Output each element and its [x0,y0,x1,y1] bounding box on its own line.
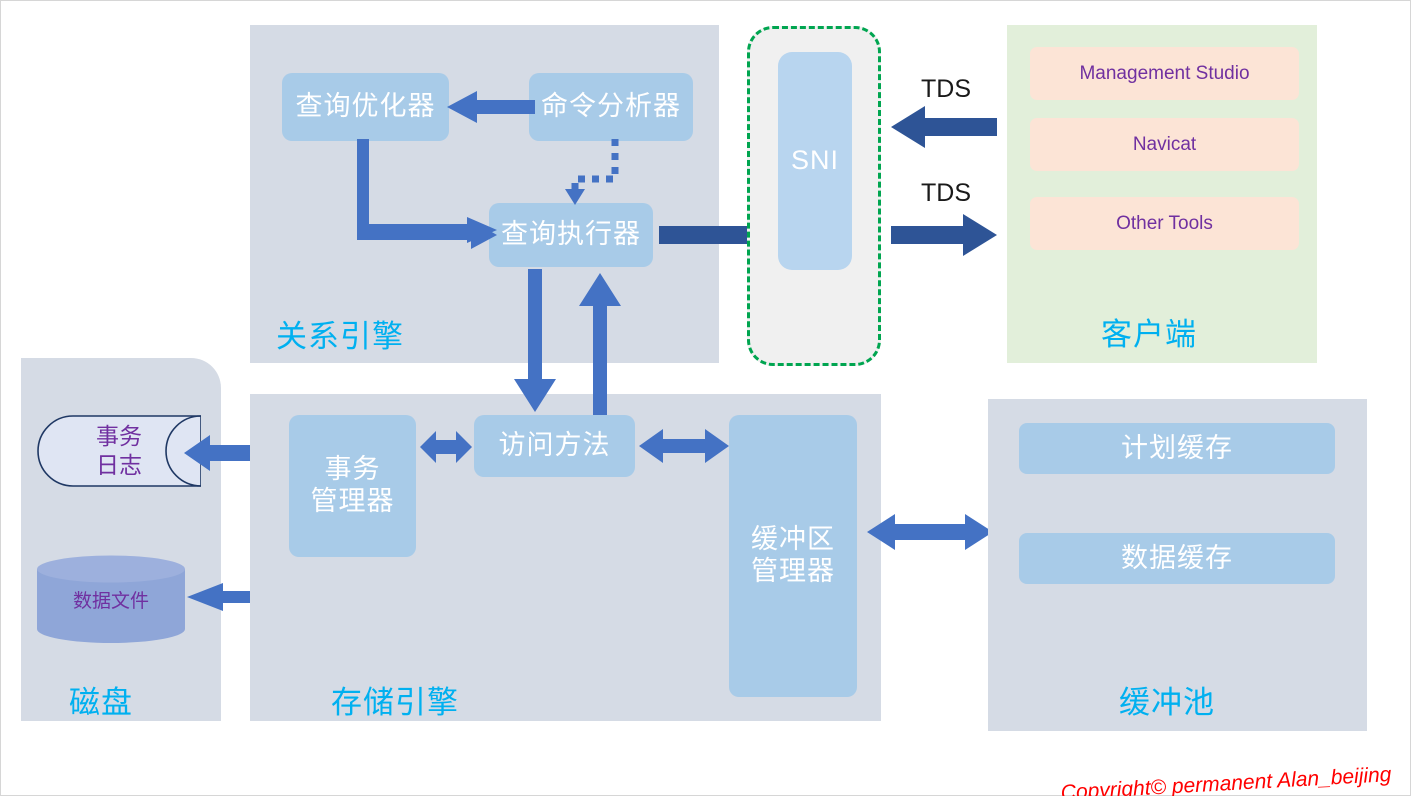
node-buffer-manager[interactable]: 缓冲区 管理器 [729,415,857,697]
client-item-label: Management Studio [1079,62,1250,84]
arrow-client-to-sni [891,106,997,148]
arrow-access-methods-to-executor [579,273,621,415]
node-label: 计划缓存 [1121,432,1233,463]
node-label: 查询优化器 [295,91,436,122]
storage-engine-label: 存储引擎 [331,685,459,720]
node-transaction-log[interactable]: 事务 日志 [37,415,201,487]
client-item-label: Navicat [1132,133,1197,155]
node-data-cache[interactable]: 数据缓存 [1019,533,1335,584]
node-sni[interactable]: SNI [778,52,852,270]
node-label: 命令分析器 [541,91,681,122]
arrow-optimizer-to-executor [355,139,497,249]
node-label: 查询执行器 [501,219,641,250]
node-query-executor[interactable]: 查询执行器 [489,203,653,267]
client-item-label: Other Tools [1116,212,1213,234]
copyright-notice: Copyright© permanent Alan_beijing [1060,763,1392,796]
node-label: SNI [790,145,839,176]
client-label: 客户端 [1101,317,1197,352]
node-plan-cache[interactable]: 计划缓存 [1019,423,1335,474]
node-label: 缓冲区 管理器 [751,524,835,586]
arrow-sni-to-client [891,214,997,256]
node-command-parser[interactable]: 命令分析器 [529,73,693,141]
node-access-methods[interactable]: 访问方法 [474,415,635,477]
node-label: 访问方法 [498,430,611,461]
tds-label-inbound: TDS [921,75,971,103]
diagram-canvas: 查询优化器 命令分析器 查询执行器 关系引擎 SNI TDS TDS Manag… [0,0,1411,796]
arrow-buffer-manager-to-buffer-pool [867,513,993,551]
arrow-parser-to-executor-dotted [557,139,623,207]
relational-engine-label: 关系引擎 [276,319,404,354]
node-data-file[interactable]: 数据文件 [36,555,186,643]
tds-label-outbound: TDS [921,179,971,207]
node-label: 数据缓存 [1121,542,1233,573]
client-item-navicat[interactable]: Navicat [1030,118,1299,171]
arrow-access-methods-to-buffer-manager [639,428,729,464]
arrow-parser-to-optimizer [447,91,535,123]
disk-label: 磁盘 [69,685,133,720]
node-query-optimizer[interactable]: 查询优化器 [282,73,449,141]
client-item-other-tools[interactable]: Other Tools [1030,197,1299,250]
arrow-txn-manager-to-access-methods [420,430,472,464]
node-label: 事务 管理器 [310,454,395,516]
node-label: 事务 日志 [96,423,142,478]
client-item-management-studio[interactable]: Management Studio [1030,47,1299,100]
arrow-executor-to-access-methods [514,269,556,412]
disk-panel [21,358,221,721]
buffer-pool-label: 缓冲池 [1119,685,1215,720]
node-label: 数据文件 [72,590,149,612]
node-transaction-manager[interactable]: 事务 管理器 [289,415,416,557]
